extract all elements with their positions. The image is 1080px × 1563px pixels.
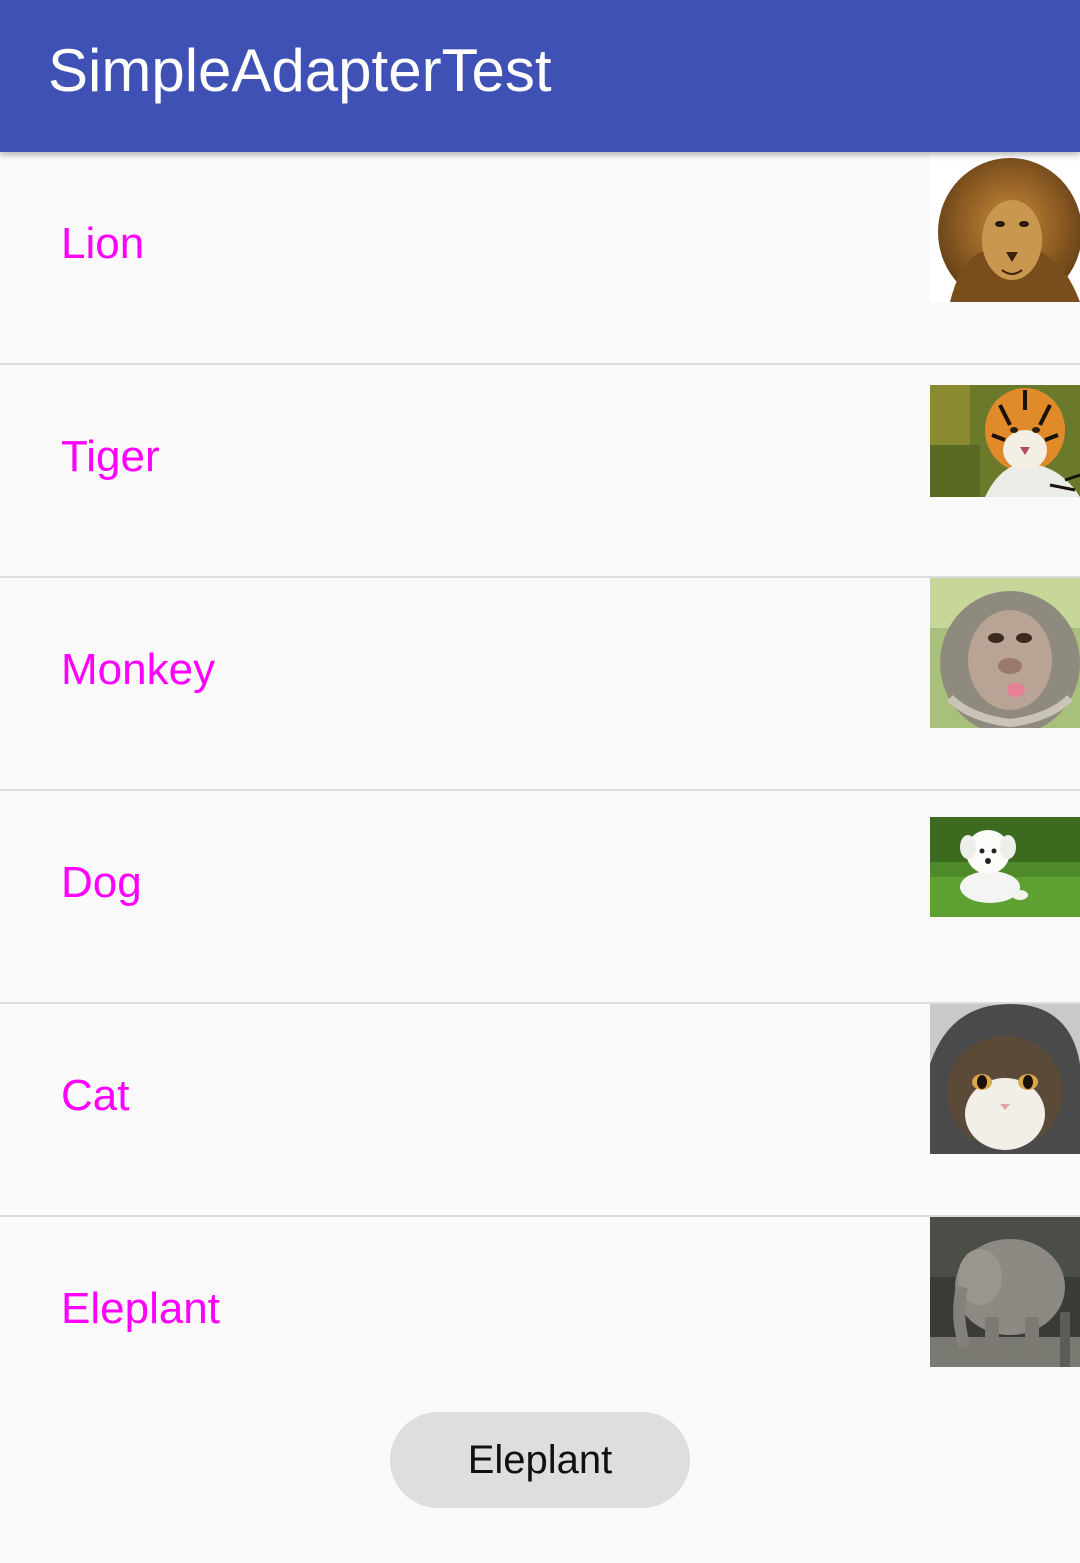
list-item-monkey[interactable]: Monkey (0, 578, 1080, 791)
app-title: SimpleAdapterTest (48, 37, 552, 104)
list-item-eleplant[interactable]: Eleplant (0, 1217, 1080, 1428)
app-bar: SimpleAdapterTest (0, 0, 1080, 152)
list-item-label: Dog (61, 858, 142, 907)
monkey-photo (930, 578, 1080, 728)
list-item-label: Tiger (61, 432, 160, 481)
tiger-photo (930, 385, 1080, 497)
list-item-cat[interactable]: Cat (0, 1004, 1080, 1217)
list-item-label: Eleplant (61, 1284, 221, 1333)
list-item-label: Lion (61, 219, 145, 268)
list-item-label: Cat (61, 1071, 130, 1120)
list-item-label: Monkey (61, 645, 216, 694)
lion-photo (930, 152, 1080, 302)
dog-photo (930, 817, 1080, 917)
toast-message: Eleplant (390, 1412, 690, 1508)
list-item-tiger[interactable]: Tiger (0, 365, 1080, 578)
elephant-photo (930, 1217, 1080, 1367)
list-item-lion[interactable]: Lion (0, 152, 1080, 365)
cat-photo (930, 1004, 1080, 1154)
animal-list[interactable]: Lion Tiger Monkey Dog Cat Eleplant (0, 152, 1080, 1428)
list-item-dog[interactable]: Dog (0, 791, 1080, 1004)
